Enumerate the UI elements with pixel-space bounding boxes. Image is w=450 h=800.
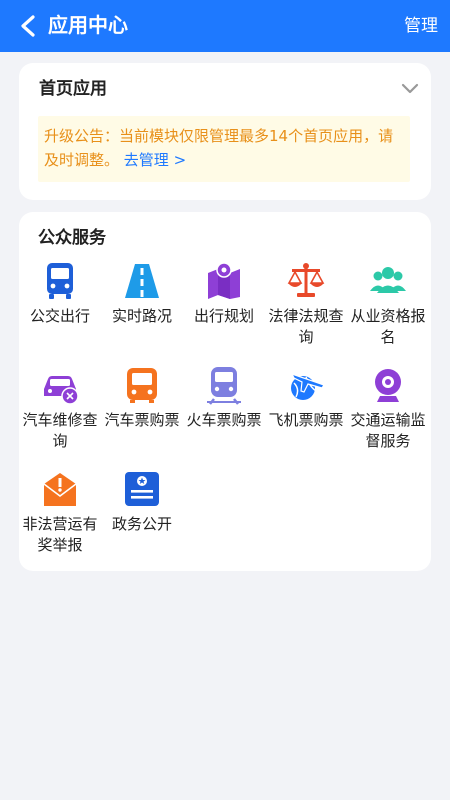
page-title: 应用中心: [48, 13, 128, 37]
train-icon: [207, 367, 241, 405]
app-label: 出行规划: [193, 307, 254, 325]
gov-icon: [125, 472, 159, 506]
app-label: 实时路况: [111, 307, 172, 325]
app-car-repair[interactable]: 汽车维修查询: [19, 365, 101, 452]
chevron-down-icon[interactable]: [401, 83, 419, 95]
public-services-title: 公众服务: [38, 228, 106, 248]
manage-button[interactable]: 管理: [404, 13, 438, 39]
app-flight-ticket[interactable]: 飞机票购票: [265, 365, 347, 431]
app-traffic[interactable]: 实时路况: [101, 261, 183, 327]
upgrade-notice: 升级公告：当前模块仅限管理最多14个首页应用，请及时调整。 去管理 >: [38, 116, 410, 182]
app-label: 交通运输监督服务: [350, 411, 426, 450]
top-bar: 应用中心 管理: [0, 0, 450, 52]
go-manage-link[interactable]: 去管理 >: [124, 151, 186, 169]
car-repair-icon: [44, 376, 79, 405]
plane-icon: [290, 372, 325, 400]
road-icon: [125, 264, 159, 298]
app-label: 政务公开: [111, 515, 172, 533]
app-route-planning[interactable]: 出行规划: [183, 261, 265, 327]
app-label: 从业资格报名: [350, 307, 426, 346]
app-transport-supervision[interactable]: 交通运输监督服务: [347, 365, 429, 452]
app-law[interactable]: 法律法规查询: [265, 261, 347, 348]
notice-text: 升级公告：当前模块仅限管理最多14个首页应用，请及时调整。: [44, 127, 394, 169]
app-label: 法律法规查询: [268, 307, 344, 346]
coach-icon: [127, 368, 157, 403]
app-coach-ticket[interactable]: 汽车票购票: [101, 365, 183, 431]
app-qualification[interactable]: 从业资格报名: [347, 261, 429, 348]
app-train-ticket[interactable]: 火车票购票: [183, 365, 265, 431]
public-services-card: 公众服务 公交出行 实时路况 出行规划 法律法规查询 从业资格报名 汽车维修查询…: [19, 212, 431, 571]
home-apps-title: 首页应用: [39, 79, 107, 99]
app-bus[interactable]: 公交出行: [19, 261, 101, 327]
home-apps-card: 首页应用 升级公告：当前模块仅限管理最多14个首页应用，请及时调整。 去管理 >: [19, 63, 431, 200]
camera-icon: [375, 369, 401, 402]
bus-icon: [47, 263, 73, 299]
app-label: 公交出行: [29, 307, 90, 325]
app-illegal-report[interactable]: 非法营运有奖举报: [19, 469, 101, 556]
users-icon: [370, 267, 406, 293]
app-label: 火车票购票: [186, 411, 262, 429]
app-gov-affairs[interactable]: 政务公开: [101, 469, 183, 535]
report-icon: [43, 473, 77, 506]
app-label: 汽车票购票: [104, 411, 180, 429]
scales-icon: [287, 263, 325, 297]
app-label: 汽车维修查询: [22, 411, 98, 450]
back-arrow-icon[interactable]: [18, 14, 40, 38]
app-label: 非法营运有奖举报: [22, 515, 98, 554]
map-pin-icon: [208, 262, 240, 299]
app-label: 飞机票购票: [268, 411, 344, 429]
